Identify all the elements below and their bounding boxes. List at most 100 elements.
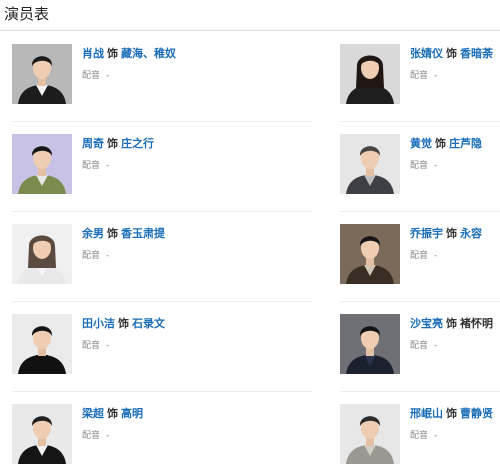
as-label: 饰 — [107, 137, 118, 150]
actor-name-link[interactable]: 肖战 — [82, 47, 104, 60]
dub-line: 配音 - — [410, 70, 437, 82]
cast-card: 黄觉饰庄芦隐 配音 - — [340, 134, 500, 198]
role-line: 乔振宇饰永容 — [410, 226, 482, 242]
row-divider — [340, 391, 500, 392]
role-name-link[interactable]: 香暗荼 — [460, 47, 493, 60]
role-name-link[interactable]: 藏海、稚奴 — [121, 47, 176, 60]
cast-card: 肖战饰藏海、稚奴 配音 - — [12, 44, 312, 108]
dub-label: 配音 — [410, 431, 429, 441]
dub-label: 配音 — [82, 431, 101, 441]
actor-photo[interactable] — [12, 134, 72, 194]
dub-label: 配音 — [82, 71, 101, 81]
section-title: 演员表 — [4, 5, 50, 23]
row-divider — [340, 121, 500, 122]
role-name-link[interactable]: 庄芦隐 — [449, 137, 482, 150]
actor-name-link[interactable]: 黄觉 — [410, 137, 432, 150]
title-divider — [0, 30, 500, 31]
role-line: 余男饰香玉肃提 — [82, 226, 165, 242]
as-label: 饰 — [446, 227, 457, 240]
dub-value: - — [434, 431, 438, 441]
actor-name-link[interactable]: 余男 — [82, 227, 104, 240]
cast-card: 周奇饰庄之行 配音 - — [12, 134, 312, 198]
actor-photo[interactable] — [340, 314, 400, 374]
dub-value: - — [434, 161, 438, 171]
as-label: 饰 — [446, 317, 457, 330]
actor-name-link[interactable]: 梁超 — [82, 407, 104, 420]
role-name-link[interactable]: 香玉肃提 — [121, 227, 165, 240]
row-divider — [12, 121, 312, 122]
role-line: 田小洁饰石录文 — [82, 316, 165, 332]
row-divider — [12, 301, 312, 302]
row-divider — [340, 211, 500, 212]
dub-value: - — [106, 71, 110, 81]
cast-card: 张婧仪饰香暗荼配音 - — [340, 44, 500, 108]
as-label: 饰 — [107, 227, 118, 240]
row-divider — [12, 211, 312, 212]
dub-label: 配音 — [410, 161, 429, 171]
dub-label: 配音 — [82, 341, 101, 351]
role-line: 张婧仪饰香暗荼 — [410, 46, 493, 62]
as-label: 饰 — [446, 407, 457, 420]
dub-value: - — [106, 341, 110, 351]
dub-label: 配音 — [410, 341, 429, 351]
dub-value: - — [434, 251, 438, 261]
actor-photo[interactable] — [340, 224, 400, 284]
role-line: 周奇饰庄之行 — [82, 136, 154, 152]
role-line: 黄觉饰庄芦隐 — [410, 136, 482, 152]
actor-photo[interactable] — [12, 404, 72, 464]
role-name: 褚怀明 — [460, 317, 493, 330]
cast-card: 田小洁饰石录文配音 - — [12, 314, 312, 378]
dub-line: 配音 - — [410, 430, 437, 442]
row-divider — [12, 391, 312, 392]
actor-name-link[interactable]: 田小洁 — [82, 317, 115, 330]
role-line: 肖战饰藏海、稚奴 — [82, 46, 176, 62]
as-label: 饰 — [107, 407, 118, 420]
cast-card: 梁超饰高明 配音 - — [12, 404, 312, 468]
actor-photo[interactable] — [12, 224, 72, 284]
dub-line: 配音 - — [82, 430, 109, 442]
cast-card: 沙宝亮饰褚怀明配音 - — [340, 314, 500, 378]
dub-line: 配音 - — [410, 340, 437, 352]
role-name-link[interactable]: 庄之行 — [121, 137, 154, 150]
as-label: 饰 — [107, 47, 118, 60]
actor-photo[interactable] — [12, 44, 72, 104]
dub-value: - — [106, 161, 110, 171]
actor-photo[interactable] — [340, 44, 400, 104]
dub-label: 配音 — [410, 251, 429, 261]
role-name-link[interactable]: 永容 — [460, 227, 482, 240]
as-label: 饰 — [446, 47, 457, 60]
dub-line: 配音 - — [82, 250, 109, 262]
dub-line: 配音 - — [82, 70, 109, 82]
cast-card: 乔振宇饰永容配音 - — [340, 224, 500, 288]
role-name-link[interactable]: 曹静贤 — [460, 407, 493, 420]
dub-line: 配音 - — [410, 160, 437, 172]
as-label: 饰 — [435, 137, 446, 150]
role-line: 梁超饰高明 — [82, 406, 143, 422]
actor-name-link[interactable]: 邢岷山 — [410, 407, 443, 420]
role-name-link[interactable]: 高明 — [121, 407, 143, 420]
role-line: 沙宝亮饰褚怀明 — [410, 316, 493, 332]
dub-label: 配音 — [82, 161, 101, 171]
dub-value: - — [434, 71, 438, 81]
dub-value: - — [106, 431, 110, 441]
dub-line: 配音 - — [82, 340, 109, 352]
actor-name-link[interactable]: 周奇 — [82, 137, 104, 150]
role-line: 邢岷山饰曹静贤 — [410, 406, 493, 422]
actor-photo[interactable] — [340, 134, 400, 194]
cast-card: 余男饰香玉肃提 配音 - — [12, 224, 312, 288]
actor-photo[interactable] — [340, 404, 400, 464]
actor-name-link[interactable]: 张婧仪 — [410, 47, 443, 60]
dub-value: - — [434, 341, 438, 351]
dub-label: 配音 — [82, 251, 101, 261]
actor-photo[interactable] — [12, 314, 72, 374]
dub-value: - — [106, 251, 110, 261]
row-divider — [340, 301, 500, 302]
as-label: 饰 — [118, 317, 129, 330]
dub-label: 配音 — [410, 71, 429, 81]
role-name-link[interactable]: 石录文 — [132, 317, 165, 330]
dub-line: 配音 - — [410, 250, 437, 262]
cast-card: 邢岷山饰曹静贤配音 - — [340, 404, 500, 468]
dub-line: 配音 - — [82, 160, 109, 172]
actor-name-link[interactable]: 沙宝亮 — [410, 317, 443, 330]
actor-name-link[interactable]: 乔振宇 — [410, 227, 443, 240]
